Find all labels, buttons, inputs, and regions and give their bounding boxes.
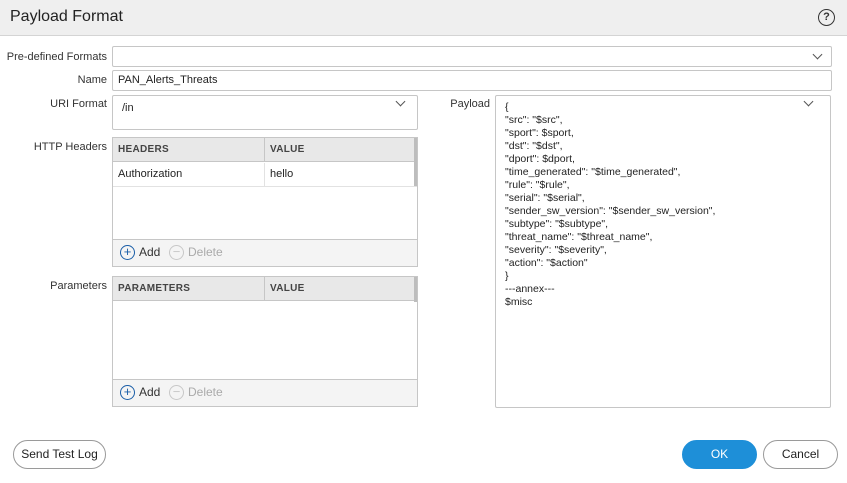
delete-label: Delete	[188, 385, 223, 399]
help-icon[interactable]: ?	[818, 9, 835, 26]
dialog-titlebar: Payload Format ?	[0, 0, 847, 36]
payload-line: }	[505, 270, 509, 282]
scrollbar[interactable]	[414, 138, 417, 186]
column-header-headers[interactable]: HEADERS	[113, 138, 264, 162]
payload-line: "threat_name": "$threat_name",	[505, 231, 653, 243]
add-label: Add	[139, 385, 161, 399]
payload-line: "sender_sw_version": "$sender_sw_version…	[505, 205, 716, 217]
minus-circle-icon: −	[169, 245, 184, 260]
table-row[interactable]: Authorization hello	[113, 163, 417, 187]
parameters-label: Parameters	[50, 280, 107, 292]
ok-button[interactable]: OK	[682, 440, 757, 469]
payload-label: Payload	[450, 98, 490, 110]
delete-header-button[interactable]: − Delete	[169, 245, 225, 261]
predefined-formats-select[interactable]	[112, 46, 832, 67]
payload-line: "dport": $dport,	[505, 153, 575, 165]
add-label: Add	[139, 245, 161, 259]
payload-line: ---annex---	[505, 283, 555, 295]
plus-circle-icon: +	[120, 245, 135, 260]
name-value: PAN_Alerts_Threats	[118, 74, 218, 86]
uri-format-value: /in	[122, 102, 134, 114]
add-header-button[interactable]: + Add	[120, 245, 160, 261]
parameters-table: PARAMETERS VALUE + Add − Delete	[112, 276, 418, 407]
chevron-down-icon[interactable]	[803, 96, 814, 107]
http-headers-label: HTTP Headers	[33, 141, 107, 153]
payload-line: "src": "$src",	[505, 114, 563, 126]
table-header: HEADERS VALUE	[113, 138, 417, 162]
payload-line: "rule": "$rule",	[505, 179, 570, 191]
payload-line: "serial": "$serial",	[505, 192, 585, 204]
chevron-down-icon[interactable]	[395, 96, 406, 107]
delete-parameter-button[interactable]: − Delete	[169, 385, 225, 401]
payload-line: $misc	[505, 296, 533, 308]
uri-format-input[interactable]: /in	[112, 95, 418, 130]
payload-line: "action": "$action"	[505, 257, 588, 269]
name-input[interactable]: PAN_Alerts_Threats	[112, 70, 832, 91]
table-header: PARAMETERS VALUE	[113, 277, 417, 301]
payload-line: "severity": "$severity",	[505, 244, 607, 256]
column-header-parameters[interactable]: PARAMETERS	[113, 277, 264, 301]
uri-format-label: URI Format	[50, 98, 107, 110]
payload-content: {"src": "$src", "sport": $sport, "dst": "$…	[505, 101, 715, 309]
send-test-log-button[interactable]: Send Test Log	[13, 440, 106, 469]
table-toolbar: + Add − Delete	[113, 379, 417, 406]
http-headers-table: HEADERS VALUE Authorization hello + Add …	[112, 137, 418, 267]
delete-label: Delete	[188, 245, 223, 259]
payload-line: "sport": $sport,	[505, 127, 574, 139]
header-value-cell[interactable]: hello	[264, 163, 414, 186]
table-toolbar: + Add − Delete	[113, 239, 417, 266]
minus-circle-icon: −	[169, 385, 184, 400]
payload-line: "subtype": "$subtype",	[505, 218, 609, 230]
predefined-formats-label: Pre-defined Formats	[6, 51, 107, 63]
payload-line: "dst": "$dst",	[505, 140, 563, 152]
payload-textarea[interactable]: {"src": "$src", "sport": $sport, "dst": "$…	[495, 95, 831, 408]
payload-line: {	[505, 101, 509, 113]
column-header-value[interactable]: VALUE	[264, 277, 414, 301]
cancel-button[interactable]: Cancel	[763, 440, 838, 469]
payload-line: "time_generated": "$time_generated",	[505, 166, 681, 178]
add-parameter-button[interactable]: + Add	[120, 385, 160, 401]
plus-circle-icon: +	[120, 385, 135, 400]
name-label: Name	[77, 74, 107, 86]
scrollbar[interactable]	[414, 277, 417, 302]
chevron-down-icon	[812, 49, 823, 60]
dialog-title: Payload Format	[10, 8, 123, 25]
header-name-cell[interactable]: Authorization	[113, 163, 264, 186]
column-header-value[interactable]: VALUE	[264, 138, 414, 162]
